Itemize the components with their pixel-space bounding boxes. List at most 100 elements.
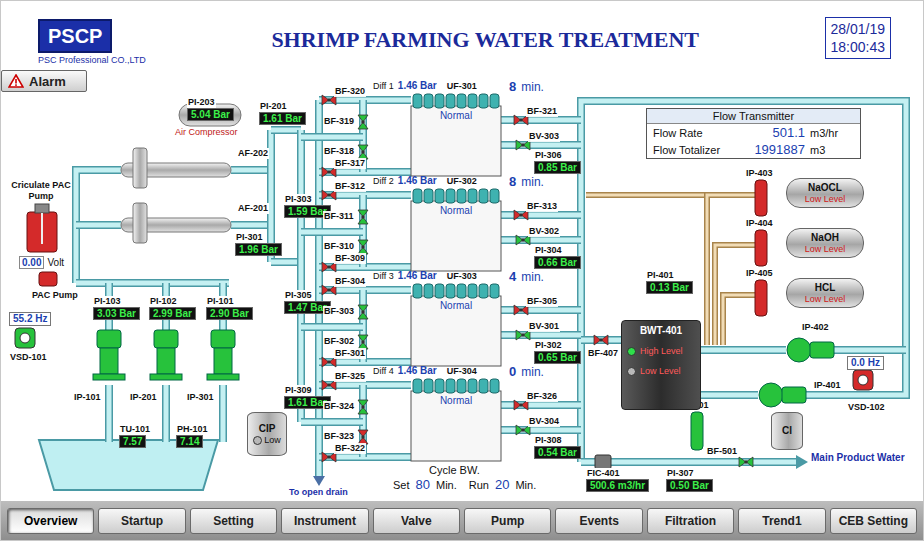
nav-button[interactable]: CEB Setting [830, 508, 917, 534]
pac-mixer-tank-icon [27, 204, 57, 252]
clock: 28/01/1918:00:43 [825, 17, 892, 59]
gauge-value: 0.65 Bar [534, 351, 581, 364]
valve-icon[interactable] [358, 145, 368, 159]
valve-tag: BF-310 [323, 241, 355, 252]
pac-value: 0.00 [19, 256, 44, 269]
valve-icon[interactable] [594, 335, 608, 345]
pressure-gauge: PI-2035.04 Bar [187, 97, 234, 121]
run-unit: Min. [515, 478, 536, 493]
chlorine-label: Cl [782, 425, 792, 437]
flow-label: Flow Rate [653, 127, 735, 139]
vsd-icon [15, 328, 35, 348]
nav-button[interactable]: Events [555, 508, 642, 534]
gauge-value: 7.14 [176, 435, 203, 448]
level-dot [627, 347, 636, 356]
water-pipe [501, 310, 581, 311]
cycle-backwash: Cycle BW.Set80Min.Run20Min. [393, 463, 536, 493]
nav-button[interactable]: Instrument [281, 508, 368, 534]
water-pipe [223, 385, 224, 442]
valve-tag: BF-313 [526, 201, 558, 212]
cycle-row: Set80Min.Run20Min. [393, 477, 536, 493]
water-pipe [501, 120, 581, 121]
timer-unit: min. [521, 175, 544, 189]
chemical-level-alarm: Low Level [805, 294, 846, 305]
water-pipe [501, 335, 581, 336]
pressure-gauge: PI-3040.66 Bar [534, 245, 581, 269]
nav-button[interactable]: Valve [373, 508, 460, 534]
uf-timer: 8min. [509, 79, 544, 94]
dosing-pump-tag: IP-403 [745, 168, 774, 179]
water-pipe [501, 145, 581, 146]
company-name: PSC Professional CO.,LTD [38, 55, 146, 65]
pump-icon [787, 338, 834, 362]
flow-row: Flow Totalizer1991887m3 [647, 141, 860, 158]
gauge-tag: PI-306 [534, 150, 563, 161]
valve-icon[interactable] [358, 240, 368, 254]
set-label: Set [393, 478, 410, 493]
dosing-pump-icon [755, 180, 767, 216]
gauge-tag: PI-303 [284, 194, 313, 205]
timer-unit: min. [521, 80, 544, 94]
logo: PSCP [38, 19, 112, 53]
valve-tag: BV-304 [528, 416, 560, 427]
nav-button[interactable]: Trend1 [738, 508, 825, 534]
nav-button[interactable]: Pump [464, 508, 551, 534]
chemical-level-alarm: Low Level [805, 194, 846, 205]
gauge-tag: PI-101 [206, 296, 235, 307]
warning-icon [8, 74, 24, 88]
timer-unit: min. [521, 270, 544, 284]
valve-tag: BF-326 [526, 391, 558, 402]
water-pipe [271, 262, 301, 263]
water-pipe [271, 130, 301, 131]
flow-row: Flow Rate501.1m3/hr [647, 124, 860, 141]
gauge-tag: FIC-401 [586, 468, 621, 479]
flow-label: Flow Totalizer [653, 144, 735, 156]
valve-icon[interactable] [358, 430, 368, 444]
valve-tag: BF-320 [334, 86, 366, 97]
valve-icon[interactable] [358, 210, 368, 224]
screen-title: SHRIMP FARMING WATER TREATMENT [146, 27, 825, 53]
uf-status: Normal [411, 395, 501, 406]
uf-tag: UF-304 [447, 366, 477, 376]
alarm-button[interactable]: Alarm [1, 70, 87, 92]
diff-value: 1.46 Bar [398, 365, 437, 376]
nav-button[interactable]: Startup [98, 508, 185, 534]
pressure-gauge: PI-1012.90 Bar [206, 296, 253, 320]
valve-tag: BF-318 [323, 146, 355, 157]
nav-button[interactable]: Setting [190, 508, 277, 534]
nav-button[interactable]: Filtration [647, 508, 734, 534]
valve-tag: BF-311 [323, 211, 355, 222]
valve-tag: BV-302 [528, 226, 560, 237]
gauge-value: 7.57 [119, 435, 146, 448]
uf-header: Diff 21.46 BarUF-302 [373, 175, 477, 186]
valve-icon[interactable] [358, 115, 368, 129]
valve-tag: BF-317 [334, 158, 366, 169]
uf-header: Diff 31.46 BarUF-303 [373, 270, 477, 281]
valve-icon[interactable] [358, 305, 368, 319]
gauge-value: 1.61 Bar [259, 112, 306, 125]
chemical-tank: NaOHLow Level [786, 228, 864, 258]
valve-tag: BF-321 [526, 106, 558, 117]
air-filter-icon [121, 148, 231, 188]
uf-tag: UF-303 [447, 271, 477, 281]
gauge-tag: PH-101 [176, 424, 209, 435]
water-pipe [301, 327, 363, 328]
pump-tag: IP-402 [801, 322, 830, 333]
chemical-name: NaOCL [808, 182, 842, 194]
gauge-value: 0.54 Bar [534, 446, 581, 459]
chemical-level-alarm: Low Level [805, 244, 846, 255]
valve-icon[interactable] [358, 335, 368, 349]
pac-pump-icon [39, 272, 57, 286]
uf-module [411, 94, 501, 176]
flow-unit: m3/hr [805, 127, 854, 139]
gauge-tag: PI-304 [534, 245, 563, 256]
flow-unit: m3 [805, 144, 854, 156]
valve-icon[interactable] [358, 400, 368, 414]
pump-icon [93, 330, 125, 380]
gauge-tag: PI-302 [534, 340, 563, 351]
gauge-tag: PI-201 [259, 101, 288, 112]
nav-button[interactable]: Overview [7, 508, 94, 534]
valve-icon[interactable] [739, 457, 753, 467]
uf-timer: 4min. [509, 269, 544, 284]
gauge-tag: PI-301 [235, 232, 264, 243]
